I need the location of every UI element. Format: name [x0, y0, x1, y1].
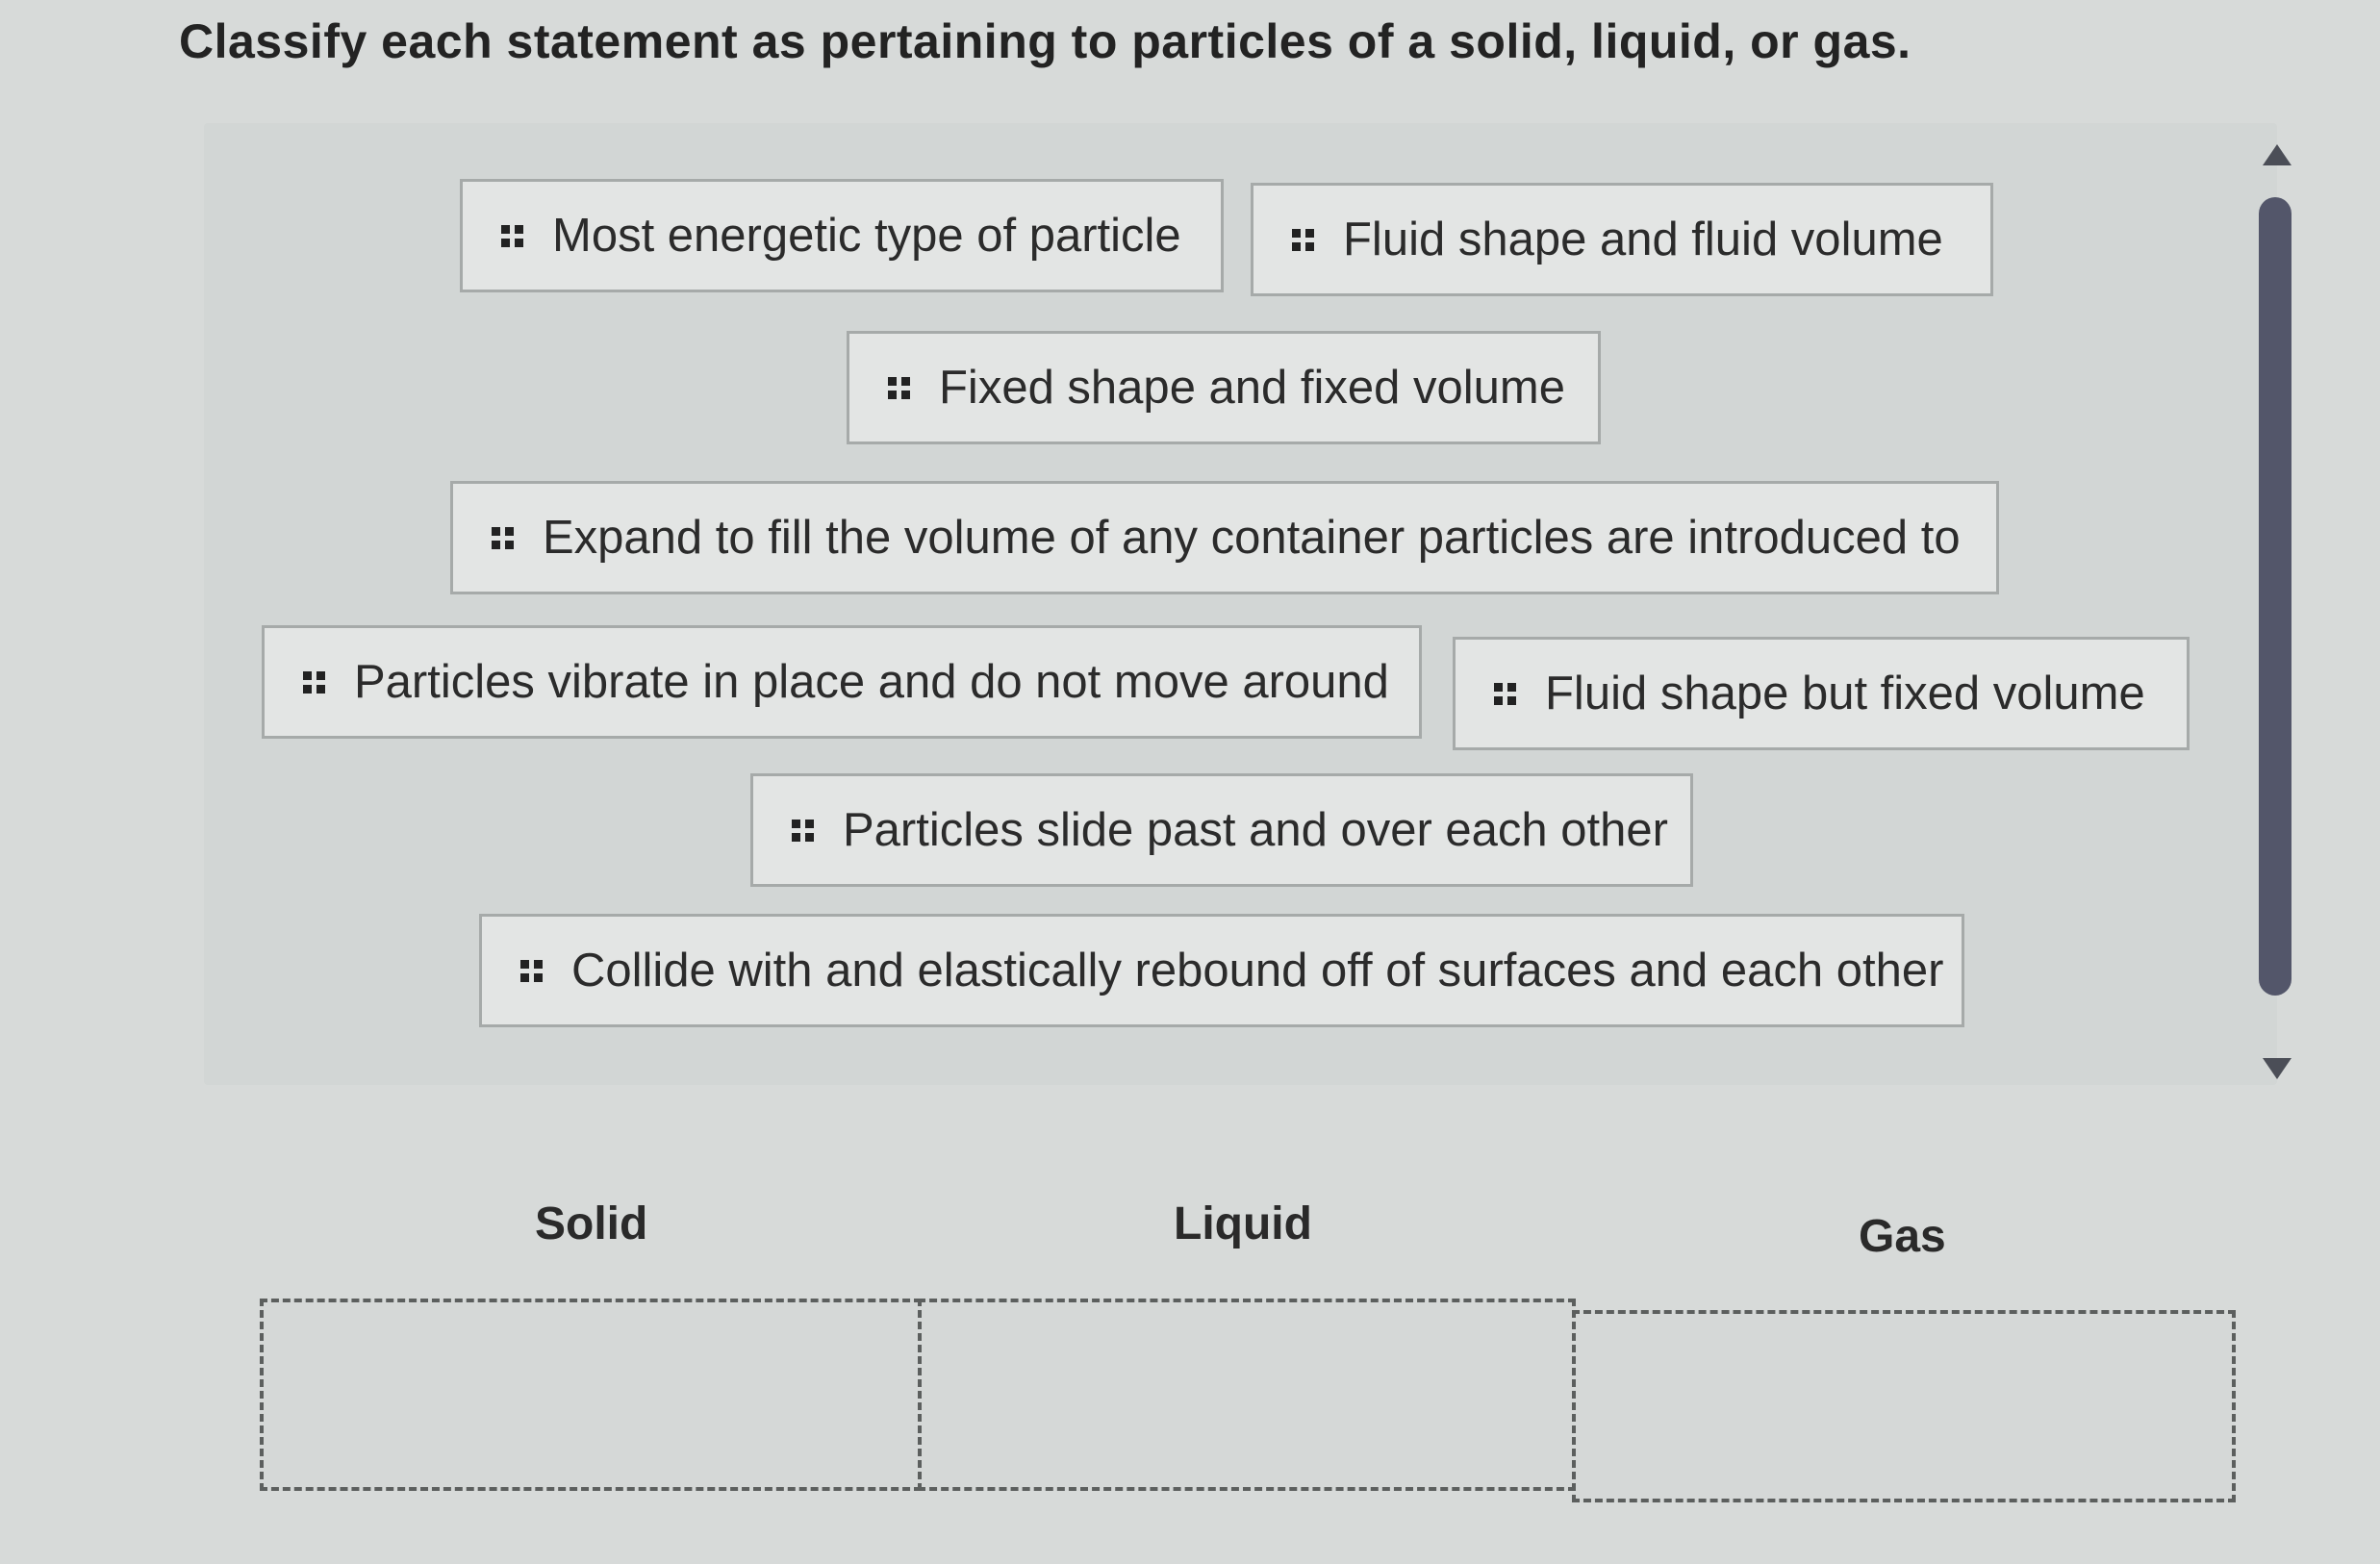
item-label: Most energetic type of particle: [552, 210, 1181, 262]
answer-bank-scrollbar[interactable]: [2251, 144, 2299, 1087]
category-label-solid: Solid: [535, 1198, 648, 1249]
drag-handle-icon: [888, 376, 910, 399]
scroll-down-arrow-icon[interactable]: [2263, 1058, 2291, 1079]
draggable-item-slide-past[interactable]: Particles slide past and over each other: [750, 773, 1693, 887]
item-label: Particles slide past and over each other: [843, 804, 1668, 856]
dropzone-solid[interactable]: [260, 1299, 922, 1491]
draggable-item-fluid-shape-fluid-volume[interactable]: Fluid shape and fluid volume: [1251, 183, 1993, 296]
drag-handle-icon: [492, 526, 514, 549]
item-label: Collide with and elastically rebound off…: [571, 945, 1944, 996]
drag-handle-icon: [501, 224, 523, 247]
drag-handle-icon: [792, 819, 814, 842]
draggable-item-expand-to-fill[interactable]: Expand to fill the volume of any contain…: [450, 481, 1999, 594]
draggable-item-collide-rebound[interactable]: Collide with and elastically rebound off…: [479, 914, 1964, 1027]
scroll-up-arrow-icon[interactable]: [2263, 144, 2291, 165]
drag-handle-icon: [1292, 228, 1314, 251]
item-label: Expand to fill the volume of any contain…: [543, 512, 1961, 564]
drag-handle-icon: [303, 670, 325, 694]
category-label-liquid: Liquid: [1174, 1198, 1312, 1249]
draggable-item-most-energetic[interactable]: Most energetic type of particle: [460, 179, 1224, 292]
question-prompt: Classify each statement as pertaining to…: [179, 14, 1912, 68]
item-label: Fixed shape and fixed volume: [939, 362, 1565, 414]
item-label: Fluid shape and fluid volume: [1343, 214, 1943, 265]
category-label-gas: Gas: [1859, 1211, 1946, 1262]
drag-handle-icon: [520, 959, 543, 982]
drag-handle-icon: [1494, 682, 1516, 705]
dropzone-liquid[interactable]: [918, 1299, 1576, 1491]
draggable-item-vibrate-in-place[interactable]: Particles vibrate in place and do not mo…: [262, 625, 1422, 739]
draggable-item-fixed-shape-fixed-volume[interactable]: Fixed shape and fixed volume: [847, 331, 1601, 444]
draggable-item-fluid-shape-fixed-volume[interactable]: Fluid shape but fixed volume: [1453, 637, 2190, 750]
dropzone-gas[interactable]: [1572, 1310, 2236, 1502]
item-label: Particles vibrate in place and do not mo…: [354, 656, 1389, 708]
item-label: Fluid shape but fixed volume: [1545, 668, 2145, 719]
scrollbar-thumb[interactable]: [2259, 197, 2291, 996]
